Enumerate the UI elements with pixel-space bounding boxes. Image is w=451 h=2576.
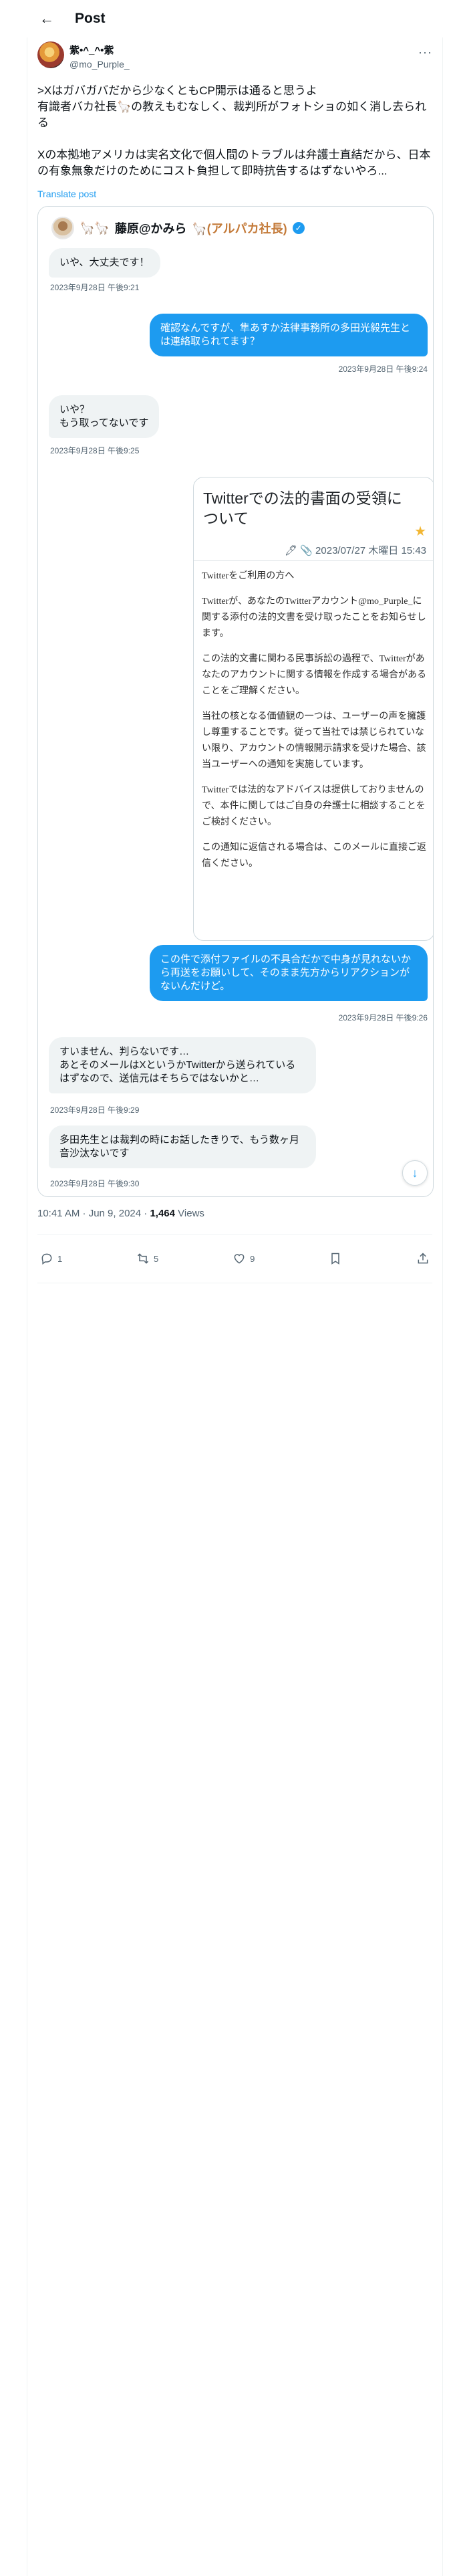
more-options-icon[interactable]: ···: [418, 45, 432, 60]
repost-icon: [138, 1253, 149, 1264]
share-icon: [418, 1253, 428, 1264]
email-paragraph: Twitterでは法的なアドバイスは提供しておりませんので、本件に関してはご自身…: [202, 785, 426, 827]
message-time: 2023年9月28日 午後9:24: [338, 364, 428, 374]
message-time: 2023年9月28日 午後9:26: [338, 1013, 428, 1023]
reply-count: 1: [57, 1253, 63, 1264]
attached-email-image: Twitterでの法的書面の受領について ★ 🖊 📎 2023/07/27 木曜…: [193, 477, 433, 941]
share-button[interactable]: [416, 1252, 430, 1265]
message-time: 2023年9月28日 午後9:29: [50, 1105, 140, 1115]
message-bubble: 確認なんですが、隼あすか法律事務所の多田光毅先生とは連絡取られてます？: [150, 314, 428, 356]
message-bubble: この件で添付ファイルの不具合だかで中身が見れないから再送をお願いして、そのまま先…: [150, 945, 428, 1001]
like-button[interactable]: 9: [233, 1252, 255, 1265]
like-count: 9: [250, 1253, 255, 1264]
message-bubble: いや？ もう取ってないです: [49, 395, 160, 438]
repost-count: 5: [154, 1253, 159, 1264]
star-icon: ★: [414, 524, 426, 539]
bookmark-button[interactable]: [329, 1252, 342, 1265]
bookmark-icon: [331, 1253, 339, 1265]
reply-button[interactable]: 1: [40, 1252, 62, 1265]
reply-icon: [41, 1253, 52, 1265]
heart-icon: [234, 1254, 245, 1264]
email-paragraph: この通知に返信される場合は、このメールに直接ご返信ください。: [202, 843, 426, 869]
chat-name: 藤原@かみら: [114, 222, 187, 235]
top-bar: ← Post: [27, 0, 443, 37]
author-handle[interactable]: @mo_Purple_: [69, 59, 130, 70]
message-bubble: いや、大丈夫です！: [49, 248, 160, 278]
action-bar: 1 5 9: [37, 1245, 432, 1272]
chat-avatar: [51, 217, 74, 239]
email-paragraph: この法的文書に関わる民事訴訟の過程で、Twitterがあなたのアカウントに関する…: [202, 654, 426, 696]
divider: [194, 560, 433, 561]
message-bubble: 多田先生とは裁判の時にお話したきりで、もう数ヶ月音沙汰ないです: [49, 1125, 316, 1168]
chat-name-suffix: 🦙(アルパカ社長): [192, 222, 287, 235]
email-paragraph: 当社の核となる価値観の一つは、ユーザーの声を擁護し尊重することです。従って当社で…: [202, 712, 426, 770]
meta-separator: ·: [141, 1208, 150, 1219]
email-paragraph: Twitterが、あなたのTwitterアカウント@mo_Purple_に関する…: [202, 597, 426, 639]
dm-screenshot: 🦙🦙 藤原@かみら 🦙(アルパカ社長) ✓ いや、大丈夫です！ 2023年9月2…: [38, 207, 433, 1196]
post-time[interactable]: 10:41 AM · Jun 9, 2024: [37, 1208, 141, 1219]
avatar[interactable]: [37, 41, 64, 68]
post-text: >Xはガバガバだから少なくともCP開示は通ると思うよ 有識者バカ社長🦙の教えもむ…: [37, 84, 431, 177]
chat-header: 🦙🦙 藤原@かみら 🦙(アルパカ社長) ✓: [51, 215, 305, 241]
views-count: 1,464: [150, 1208, 175, 1219]
post-meta: 10:41 AM · Jun 9, 2024 · 1,464 Views: [37, 1208, 204, 1219]
repost-button[interactable]: 5: [136, 1252, 158, 1265]
email-body: Twitterをご利用の方へ Twitterが、あなたのTwitterアカウント…: [202, 568, 426, 881]
message-time: 2023年9月28日 午後9:21: [50, 283, 140, 292]
post-image[interactable]: 🦙🦙 藤原@かみら 🦙(アルパカ社長) ✓ いや、大丈夫です！ 2023年9月2…: [37, 206, 434, 1197]
message-time: 2023年9月28日 午後9:30: [50, 1179, 140, 1188]
email-paragraph: Twitterをご利用の方へ: [202, 571, 295, 581]
alpaca-emoji: 🦙🦙: [80, 221, 110, 235]
email-subject: Twitterでの法的書面の受領について: [203, 490, 402, 527]
post-author: 紫•^_^•紫 @mo_Purple_ ···: [37, 40, 432, 76]
message-bubble: すいません、判らないです… あとそのメールはXというかTwitterから送られて…: [49, 1037, 316, 1093]
author-display-name[interactable]: 紫•^_^•紫: [69, 43, 130, 57]
email-date: 🖊 📎 2023/07/27 木曜日 15:43: [285, 545, 426, 556]
translate-post-link[interactable]: Translate post: [37, 189, 96, 199]
scroll-down-icon: ↓: [402, 1160, 428, 1186]
message-time: 2023年9月28日 午後9:25: [50, 446, 140, 455]
page-title: Post: [75, 11, 106, 26]
back-arrow-icon[interactable]: ←: [37, 10, 56, 27]
views-label: Views: [175, 1208, 204, 1219]
verified-badge-icon: ✓: [292, 222, 305, 234]
